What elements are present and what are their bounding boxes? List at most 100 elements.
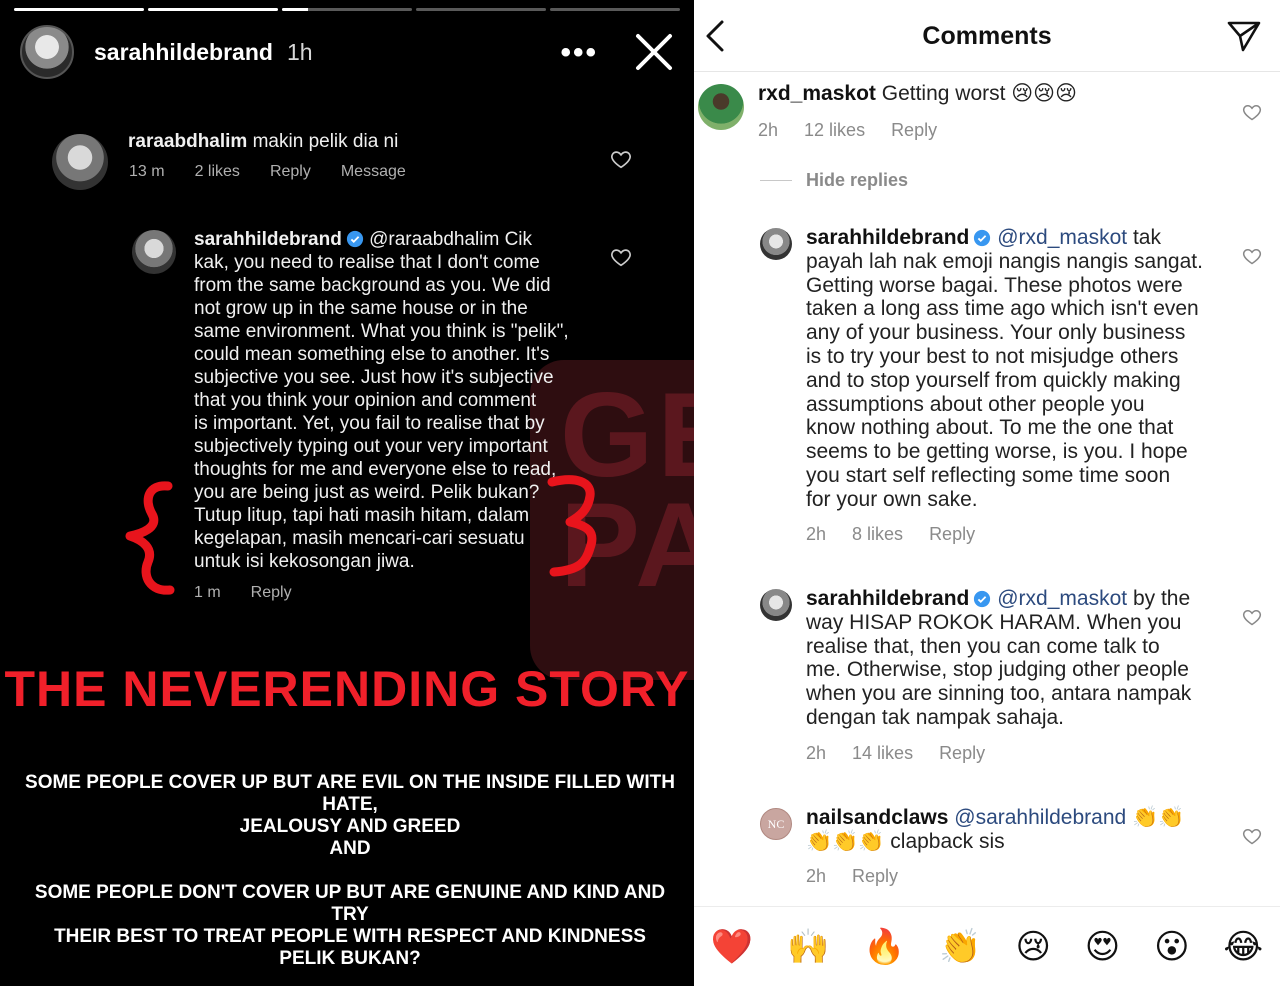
comment-time: 2h (806, 524, 827, 544)
story-avatar[interactable] (20, 25, 74, 79)
comment-username: raraabdhalim (128, 131, 248, 152)
heart-icon[interactable] (1242, 102, 1262, 122)
emoji-crying-button[interactable]: 😢 (1016, 927, 1051, 967)
story-text-block: SOME PEOPLE DON'T COVER UP BUT ARE GENUI… (20, 882, 680, 948)
comment-meta: 2h Reply (806, 866, 898, 887)
heart-icon[interactable] (1242, 826, 1262, 846)
comment-line: from the same background as you. We did (194, 275, 551, 296)
comment-line: and to stop yourself from quickly making (806, 368, 1181, 392)
likes-link[interactable]: 8 likes (852, 524, 903, 545)
emoji-heart-button[interactable]: ❤️ (711, 927, 753, 967)
heart-icon (611, 249, 631, 267)
comment-line: by the (1132, 587, 1191, 610)
comment-line: seems to be getting worse, is you. I hop… (806, 440, 1188, 464)
verified-badge-icon (974, 229, 991, 247)
comment-line: tak (1132, 226, 1161, 249)
progress-segment (148, 8, 278, 11)
avatar[interactable] (760, 589, 792, 621)
comment-line: is important. Yet, you fail to realise t… (194, 413, 545, 434)
comment-line: that you think your opinion and comment (194, 390, 537, 411)
comment-username[interactable]: rxd_maskot (758, 82, 876, 105)
story-line: SOME PEOPLE DON'T COVER UP BUT ARE GENUI… (34, 882, 666, 925)
comment-time: 2h (806, 866, 827, 886)
avatar[interactable]: NC (760, 808, 792, 840)
avatar[interactable] (698, 84, 744, 130)
comment-mention[interactable]: @sarahhildebrand (954, 806, 1126, 829)
comment-line: for your own sake. (806, 487, 978, 511)
comment-time: 13 m (129, 163, 165, 180)
progress-segment (14, 8, 144, 11)
comment-line: subjectively typing out your very import… (194, 436, 548, 457)
comment-line: payah lah nak emoji nangis nangis sangat… (806, 249, 1203, 273)
emoji-surprised-button[interactable]: 😮 (1154, 927, 1189, 967)
verified-badge-icon (974, 590, 991, 608)
emoji-fire-button[interactable]: 🔥 (863, 927, 905, 967)
heart-icon[interactable] (1242, 246, 1262, 266)
comments-panel: Comments rxd_maskot Getting worst 😢😢😢 2h… (694, 0, 1280, 986)
comment-line: Cik (504, 229, 533, 250)
comment-line: not grow up in the same house or in the (194, 298, 528, 319)
comment-username[interactable]: nailsandclaws (806, 806, 948, 829)
comment-line: kak, you need to realise that I don't co… (194, 252, 540, 273)
comment-meta: 13 m 2 likes Reply Message (129, 163, 406, 181)
emoji-heart-eyes-button[interactable]: 😍 (1085, 927, 1120, 967)
verified-badge-icon (346, 230, 363, 248)
comment-mention[interactable]: @rxd_maskot (997, 587, 1127, 610)
comment-username[interactable]: sarahhildebrand (806, 587, 969, 610)
comment-line: you start self reflecting some time soon (806, 463, 1171, 487)
direct-send-icon[interactable] (1226, 18, 1262, 54)
comment-meta: 2h 8 likes Reply (806, 524, 975, 545)
comment-line: subjective you see. Just how it's subjec… (194, 367, 554, 388)
comment-line: assumptions about other people you (806, 392, 1145, 416)
reply-item: sarahhildebrand @rxd_maskot tak payah la… (694, 226, 1280, 556)
story-line: JEALOUSY AND GREED (239, 816, 461, 837)
comment-text: sarahhildebrand @rxd_maskot by the way H… (806, 587, 1226, 730)
comment-text: raraabdhalim makin pelik dia ni (128, 130, 398, 153)
comment-mention[interactable]: @rxd_maskot (997, 226, 1127, 249)
comment-username[interactable]: sarahhildebrand (806, 226, 969, 249)
comment-line: taken a long ass time ago which isn't ev… (806, 297, 1199, 321)
reply-item: NC nailsandclaws @sarahhildebrand 👏👏 👏👏👏… (694, 806, 1280, 896)
emoji-laughing-button[interactable]: 😂 (1223, 927, 1263, 967)
reply-button[interactable]: Reply (939, 743, 985, 764)
comment-line: dengan tak nampak sahaja. (806, 705, 1065, 729)
emoji-clap-button[interactable]: 👏 (939, 927, 981, 967)
more-options-icon[interactable]: ••• (560, 36, 598, 70)
heart-icon[interactable] (1242, 607, 1262, 627)
story-progress-bar (14, 8, 680, 11)
story-username[interactable]: sarahhildebrand (94, 39, 273, 66)
emoji-quick-bar: ❤️ 🙌 🔥 👏 😢 😍 😮 😂 (694, 906, 1280, 986)
likes-link[interactable]: 14 likes (852, 743, 913, 764)
reply-button[interactable]: Reply (852, 866, 898, 887)
comment-line: 👏👏 (1132, 806, 1185, 829)
story-closing: PELIK BUKAN? (279, 948, 421, 969)
reply-link: Reply (269, 163, 311, 180)
page-title: Comments (922, 22, 1052, 50)
likes-link[interactable]: 12 likes (804, 120, 865, 141)
story-and: AND (329, 838, 371, 859)
comment-time: 2h (806, 743, 827, 763)
reply-button[interactable]: Reply (891, 120, 937, 141)
comment-line: Getting worse bagai. These photos were (806, 273, 1183, 297)
comment-line: when you are sinning too, antara nampak (806, 682, 1192, 706)
avatar[interactable] (760, 228, 792, 260)
comment-meta: 1 m Reply (194, 584, 292, 602)
hide-replies-button[interactable]: Hide replies (760, 170, 908, 191)
reply-button[interactable]: Reply (929, 524, 975, 545)
story-viewer: sarahhildebrand 1h ••• GEMPAK raraabdhal… (0, 0, 694, 986)
reply-item: sarahhildebrand @rxd_maskot by the way H… (694, 587, 1280, 777)
hide-replies-label: Hide replies (806, 170, 909, 190)
comment-line: any of your business. Your only business (806, 321, 1186, 345)
comment-line: is to try your best to not misjudge othe… (806, 344, 1179, 368)
story-time: 1h (286, 38, 313, 65)
avatar-initials: NC (767, 816, 785, 831)
close-icon[interactable] (632, 30, 676, 74)
emoji-raised-hands-button[interactable]: 🙌 (787, 927, 829, 967)
story-line: SOME PEOPLE COVER UP BUT ARE EVIL ON THE… (25, 772, 675, 815)
comment-line: way HISAP ROKOK HARAM. When you (806, 610, 1182, 634)
story-line: THEIR BEST TO TREAT PEOPLE WITH RESPECT … (54, 926, 646, 947)
story-headline: THE NEVERENDING STORY (4, 661, 690, 717)
comment-likes: 2 likes (194, 163, 240, 180)
avatar (132, 230, 176, 274)
comment-line: me. Otherwise, stop judging other people (806, 658, 1189, 682)
